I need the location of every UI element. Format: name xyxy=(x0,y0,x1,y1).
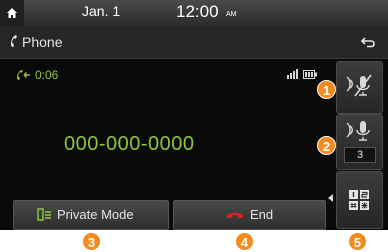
title-bar: Phone xyxy=(0,26,388,59)
battery-icon xyxy=(303,70,317,79)
mute-icon xyxy=(346,74,372,97)
end-call-button[interactable]: End xyxy=(173,200,326,230)
mute-button[interactable] xyxy=(336,61,383,114)
call-duration: 0:06 xyxy=(35,68,59,82)
private-mode-button[interactable]: Private Mode xyxy=(13,200,169,230)
end-call-icon xyxy=(227,213,243,218)
home-icon xyxy=(7,8,17,18)
status-date: Jan. 1 xyxy=(82,3,121,19)
expand-arrow-icon xyxy=(328,194,333,202)
private-mode-label: Private Mode xyxy=(57,207,134,222)
phone-number: 000-000-0000 xyxy=(64,133,195,155)
signal-icon xyxy=(287,69,298,79)
phone-handset-icon xyxy=(11,35,17,47)
mic-level-value: 3 xyxy=(344,147,376,163)
status-time: 12:00 xyxy=(176,2,219,21)
status-bar: Jan. 1 12:00 AM xyxy=(0,0,388,26)
status-ampm: AM xyxy=(226,11,237,18)
callout-5: 5 xyxy=(348,232,367,251)
microphone-icon xyxy=(346,121,370,141)
mic-volume-button[interactable]: 3 xyxy=(336,114,383,170)
back-button[interactable] xyxy=(355,30,381,54)
callout-1: 1 xyxy=(317,80,336,99)
home-button[interactable] xyxy=(0,0,24,26)
keypad-button[interactable] xyxy=(336,171,383,229)
phone-screen: Jan. 1 12:00 AM Phone 0:06 000-000-0000 … xyxy=(0,0,388,230)
outgoing-call-icon xyxy=(17,70,30,80)
end-call-label: End xyxy=(250,207,274,222)
callout-3: 3 xyxy=(82,232,101,251)
callout-2: 2 xyxy=(317,136,336,155)
private-mode-icon xyxy=(37,208,51,221)
page-title: Phone xyxy=(22,34,63,50)
callout-4: 4 xyxy=(235,232,254,251)
keypad-icon xyxy=(349,190,369,210)
back-arrow-icon xyxy=(360,37,375,48)
